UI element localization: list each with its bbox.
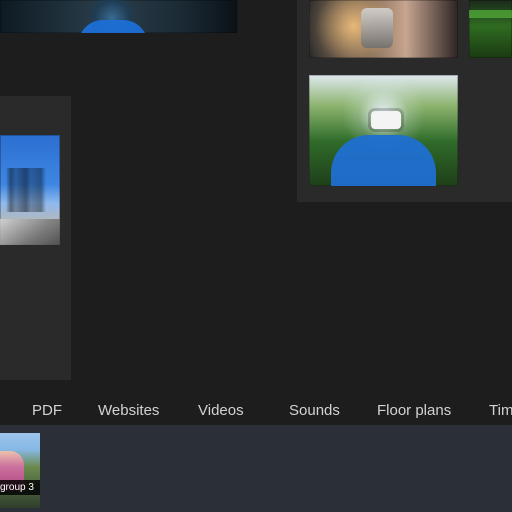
photo-tile[interactable] [0,0,237,33]
nav-item-truncated[interactable]: Tim [489,402,512,420]
nav-item-floor-plans[interactable]: Floor plans [377,402,451,420]
photo-tile[interactable] [469,0,512,58]
photo-tile[interactable] [309,75,458,186]
nav-item-websites[interactable]: Websites [98,402,159,420]
thumbnail-image[interactable] [0,433,40,508]
photo-tile[interactable] [309,0,458,58]
nav-item-sounds[interactable]: Sounds [289,402,340,420]
nav-item-videos[interactable]: Videos [198,402,244,420]
nav-item-pdf[interactable]: PDF [32,402,62,420]
media-type-nav: PDF Websites Videos Sounds Floor plans T… [0,398,512,425]
thumbnail-caption: group 3 [0,480,40,495]
thumbnail-strip [0,425,512,512]
photo-tile[interactable] [0,135,60,245]
media-gallery-view: PDF Websites Videos Sounds Floor plans T… [0,0,512,512]
